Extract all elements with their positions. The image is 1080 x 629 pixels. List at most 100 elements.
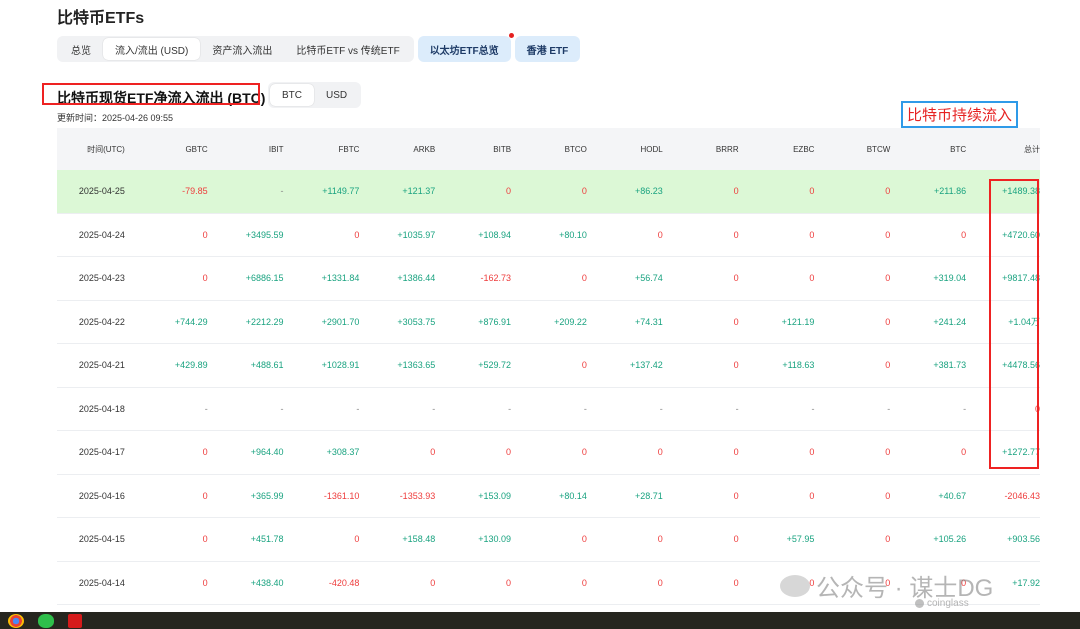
column-header[interactable]: FBTC <box>284 145 359 154</box>
table-row: 2025-04-21 +429.89 +488.61 +1028.91 +1363.65… <box>57 344 1040 388</box>
wechat-icon[interactable] <box>38 613 54 628</box>
flow-value: +2212.29 <box>245 316 284 327</box>
flow-value: +3495.59 <box>245 229 284 240</box>
flow-value: 0 <box>430 577 436 588</box>
row-date: 2025-04-18 <box>78 403 125 414</box>
flow-value: 0 <box>733 447 739 458</box>
flow-value: 0 <box>581 577 587 588</box>
flow-value: -420.48 <box>328 577 360 588</box>
tab-eth-etf-label: 以太坊ETF总览 <box>429 45 499 57</box>
flow-value: 0 <box>202 229 208 240</box>
row-date: 2025-04-22 <box>78 316 125 327</box>
column-header[interactable]: BTCO <box>511 145 587 154</box>
column-header[interactable]: BTCW <box>814 145 891 154</box>
flow-value: +1386.44 <box>397 273 436 284</box>
flow-value: 0 <box>733 186 739 197</box>
row-date: 2025-04-16 <box>78 490 125 501</box>
flow-value: 0 <box>809 229 815 240</box>
app-icon[interactable] <box>68 613 82 628</box>
flow-value: 0 <box>961 447 967 458</box>
tab-overview[interactable]: 总览 <box>59 38 103 60</box>
coinglass-logo-icon <box>915 599 924 608</box>
taskbar <box>0 612 1080 629</box>
flow-value: 0 <box>809 186 815 197</box>
flow-value: - <box>583 403 587 414</box>
flow-value: +2901.70 <box>321 316 360 327</box>
unit-option-usd[interactable]: USD <box>314 84 359 106</box>
flow-value: 0 <box>506 577 512 588</box>
column-header[interactable]: EZBC <box>739 145 814 154</box>
flow-value: +80.10 <box>559 229 587 240</box>
flow-value: +121.19 <box>781 316 815 327</box>
column-header[interactable]: GBTC <box>125 145 207 154</box>
tab-eth-etf-overview[interactable]: 以太坊ETF总览 <box>417 33 514 62</box>
flow-value: 0 <box>885 316 891 327</box>
column-header[interactable]: BTC <box>890 145 966 154</box>
column-header[interactable]: BITB <box>435 145 511 154</box>
update-time: 更新时间：2025-04-26 09:55 <box>57 113 174 123</box>
flow-value: -79.85 <box>182 186 208 197</box>
row-date: 2025-04-17 <box>78 447 125 458</box>
flow-value: 0 <box>657 229 663 240</box>
column-header[interactable]: 时间(UTC) <box>57 144 125 155</box>
annotation-label: 比特币持续流入 <box>901 101 1018 128</box>
table-header-row: 时间(UTC) GBTC IBIT FBTC ARKB BITB BTCO HODL BRRR E… <box>57 128 1040 170</box>
tab-hk-etf[interactable]: 香港 ETF <box>514 36 581 62</box>
flow-value: +211.86 <box>934 186 967 197</box>
flow-value: 0 <box>581 360 587 371</box>
flow-value: +241.24 <box>933 316 967 327</box>
flow-value: +964.40 <box>250 447 284 458</box>
flow-value: - <box>735 403 739 414</box>
table-row: 2025-04-17 0 +964.40 +308.37 0 0 0 0 0 0 0 0 +1272.7… <box>57 431 1040 475</box>
tab-btc-vs-traditional[interactable]: 比特币ETF vs 传统ETF <box>284 38 411 60</box>
flow-value: +1331.84 <box>321 273 360 284</box>
flow-value: +40.67 <box>938 490 967 501</box>
title-highlight-box <box>42 83 260 105</box>
flow-value: +319.04 <box>933 273 967 284</box>
flow-value: +1363.65 <box>397 360 436 371</box>
wechat-watermark-icon <box>780 574 810 597</box>
flow-value: 0 <box>581 534 587 545</box>
flow-value: - <box>280 403 284 414</box>
chrome-icon[interactable] <box>8 613 24 628</box>
tab-flows-usd[interactable]: 流入/流出 (USD) <box>103 38 201 60</box>
flow-value: 0 <box>354 534 360 545</box>
column-header[interactable]: BRRR <box>663 145 739 154</box>
tab-bar: 总览 流入/流出 (USD) 资产流入流出 比特币ETF vs 传统ETF 以太… <box>57 33 581 62</box>
flow-value: - <box>963 403 967 414</box>
tab-asset-flows[interactable]: 资产流入流出 <box>200 38 284 60</box>
table-row: 2025-04-23 0 +6886.15 +1331.84 +1386.44 -162.… <box>57 257 1040 301</box>
notification-dot-icon <box>508 33 514 38</box>
table-row: 2025-04-24 0 +3495.59 0 +1035.97 +108.94 +80.1… <box>57 214 1040 257</box>
column-header[interactable]: 总计 <box>966 144 1040 155</box>
flow-value: +137.42 <box>629 360 663 371</box>
tab-group: 总览 流入/流出 (USD) 资产流入流出 比特币ETF vs 传统ETF <box>57 36 414 62</box>
flow-value: +57.95 <box>786 534 815 545</box>
flow-value: -162.73 <box>480 273 512 284</box>
table-row: 2025-04-22 +744.29 +2212.29 +2901.70 +3053.7… <box>57 301 1040 344</box>
flow-value: +744.29 <box>174 316 208 327</box>
row-date: 2025-04-21 <box>78 360 125 371</box>
flow-value: +488.61 <box>250 360 284 371</box>
flow-value: +1028.91 <box>321 360 360 371</box>
flow-value: 0 <box>733 229 739 240</box>
flow-value: +529.72 <box>478 360 512 371</box>
flow-value: 0 <box>885 273 891 284</box>
column-header[interactable]: HODL <box>587 145 663 154</box>
flow-value: 0 <box>885 229 891 240</box>
unit-option-btc[interactable]: BTC <box>270 84 314 106</box>
flow-value: +118.63 <box>782 360 815 371</box>
flow-value: 0 <box>202 447 208 458</box>
flow-value: -2046.43 <box>1004 490 1040 501</box>
column-header[interactable]: IBIT <box>208 145 284 154</box>
flow-value: 0 <box>581 273 587 284</box>
etf-flow-table: 时间(UTC) GBTC IBIT FBTC ARKB BITB BTCO HODL BRRR E… <box>57 128 1040 605</box>
flow-value: +28.71 <box>634 490 663 501</box>
flow-value: 0 <box>430 447 436 458</box>
flow-value: +86.23 <box>634 186 663 197</box>
flow-value: 0 <box>733 490 739 501</box>
flow-value: +209.22 <box>554 316 587 327</box>
flow-value: 0 <box>657 447 663 458</box>
flow-value: 0 <box>581 186 587 197</box>
column-header[interactable]: ARKB <box>359 145 435 154</box>
